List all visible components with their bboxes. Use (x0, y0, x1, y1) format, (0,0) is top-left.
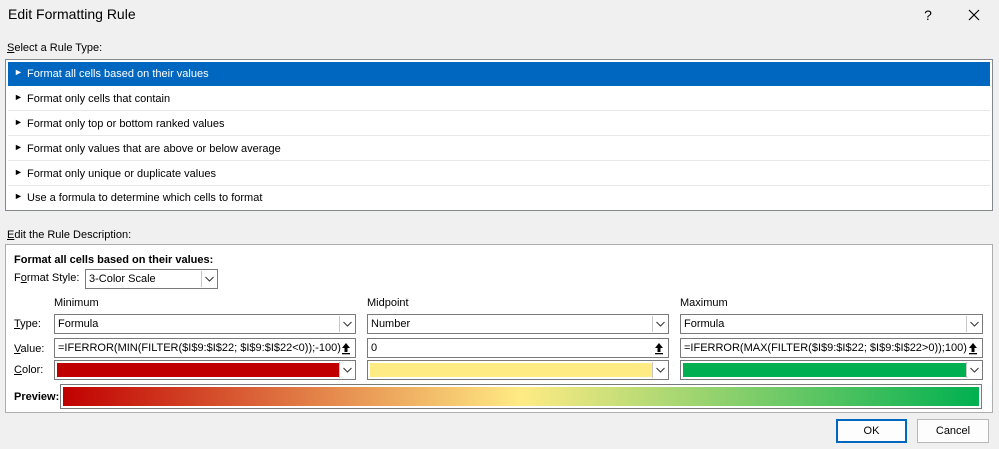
preview-gradient (63, 387, 979, 406)
midpoint-type-combo[interactable]: Number (367, 314, 669, 334)
chevron-down-icon (652, 316, 667, 332)
maximum-value-text: =IFERROR(MAX(FILTER($I$9:$I$22; $I$9:$I$… (684, 342, 967, 354)
rule-type-item[interactable]: ► Format only cells that contain (8, 87, 990, 111)
maximum-type-combo[interactable]: Formula (680, 314, 983, 334)
type-row-label-text: ype: (20, 318, 41, 330)
bullet-arrow-icon: ► (14, 167, 23, 177)
chevron-down-icon (201, 271, 216, 287)
minimum-color-picker[interactable] (54, 360, 356, 380)
chevron-down-icon (339, 362, 354, 378)
preview-box (60, 384, 982, 409)
preview-label: Preview: (14, 391, 60, 403)
format-style-combo[interactable]: 3-Color Scale (85, 269, 218, 289)
rule-type-item-label: Use a formula to determine which cells t… (27, 192, 263, 204)
maximum-type-value: Formula (684, 318, 725, 330)
color-row-label: Color: (14, 364, 43, 376)
rule-type-heading-text: elect a Rule Type: (14, 42, 103, 54)
accelerator-c: C (14, 364, 22, 376)
value-row-label: Value: (14, 343, 44, 355)
minimum-value-text: =IFERROR(MIN(FILTER($I$9:$I$22; $I$9:$I$… (58, 342, 341, 354)
midpoint-color-swatch (370, 363, 652, 377)
rule-type-item[interactable]: ► Use a formula to determine which cells… (8, 186, 990, 210)
rule-type-item-label: Format only top or bottom ranked values (27, 118, 225, 130)
midpoint-color-picker[interactable] (367, 360, 669, 380)
close-button[interactable] (962, 3, 986, 27)
rule-type-list[interactable]: ► Format all cells based on their values… (5, 59, 993, 211)
maximum-color-picker[interactable] (680, 360, 983, 380)
color-row-label-text: olor: (21, 364, 44, 376)
range-select-button[interactable] (965, 340, 981, 356)
midpoint-value-input[interactable]: 0 (367, 338, 669, 358)
rule-description-heading-text: dit the Rule Description: (14, 229, 132, 241)
rule-description-heading: Edit the Rule Description: (7, 229, 131, 241)
ok-button[interactable]: OK (836, 419, 907, 443)
bullet-arrow-icon: ► (14, 67, 23, 77)
format-style-label: Format Style: (14, 272, 80, 284)
section-title: Format all cells based on their values: (14, 254, 214, 266)
bullet-arrow-icon: ► (14, 92, 23, 102)
close-icon (968, 9, 980, 21)
format-style-label-text: rmat Style: (26, 272, 80, 284)
collapse-dialog-icon (655, 343, 663, 355)
chevron-down-icon (339, 316, 354, 332)
type-row-label: Type: (14, 318, 41, 330)
rule-type-item-label: Format all cells based on their values (27, 68, 209, 80)
midpoint-type-value: Number (371, 318, 411, 330)
maximum-header: Maximum (680, 297, 728, 309)
rule-type-item-label: Format only cells that contain (27, 93, 171, 105)
rule-type-heading: Select a Rule Type: (7, 42, 102, 54)
rule-type-item-label: Format only values that are above or bel… (27, 143, 281, 155)
rule-type-item[interactable]: ► Format only values that are above or b… (8, 137, 990, 161)
collapse-dialog-icon (969, 343, 977, 355)
range-select-button[interactable] (338, 340, 354, 356)
rule-type-item[interactable]: ► Format only unique or duplicate values (8, 162, 990, 186)
maximum-value-input[interactable]: =IFERROR(MAX(FILTER($I$9:$I$22; $I$9:$I$… (680, 338, 983, 358)
title-bar: Edit Formatting Rule ? (0, 0, 999, 31)
bullet-arrow-icon: ► (14, 142, 23, 152)
chevron-down-icon (966, 316, 981, 332)
collapse-dialog-icon (342, 343, 350, 355)
minimum-value-input[interactable]: =IFERROR(MIN(FILTER($I$9:$I$22; $I$9:$I$… (54, 338, 356, 358)
minimum-color-swatch (57, 363, 339, 377)
format-style-value: 3-Color Scale (89, 273, 156, 285)
maximum-color-swatch (683, 363, 966, 377)
chevron-down-icon (652, 362, 667, 378)
help-button[interactable]: ? (916, 3, 940, 27)
bullet-arrow-icon: ► (14, 117, 23, 127)
midpoint-header: Midpoint (367, 297, 409, 309)
minimum-type-combo[interactable]: Formula (54, 314, 356, 334)
rule-type-item-label: Format only unique or duplicate values (27, 168, 216, 180)
minimum-header: Minimum (54, 297, 99, 309)
bullet-arrow-icon: ► (14, 191, 23, 201)
value-row-label-text: alue: (20, 343, 45, 355)
chevron-down-icon (966, 362, 981, 378)
rule-type-item[interactable]: ► Format all cells based on their values (8, 62, 990, 86)
dialog-title: Edit Formatting Rule (8, 6, 136, 22)
minimum-type-value: Formula (58, 318, 99, 330)
midpoint-value-text: 0 (371, 342, 378, 354)
rule-type-item[interactable]: ► Format only top or bottom ranked value… (8, 112, 990, 136)
range-select-button[interactable] (651, 340, 667, 356)
cancel-button[interactable]: Cancel (917, 419, 989, 443)
